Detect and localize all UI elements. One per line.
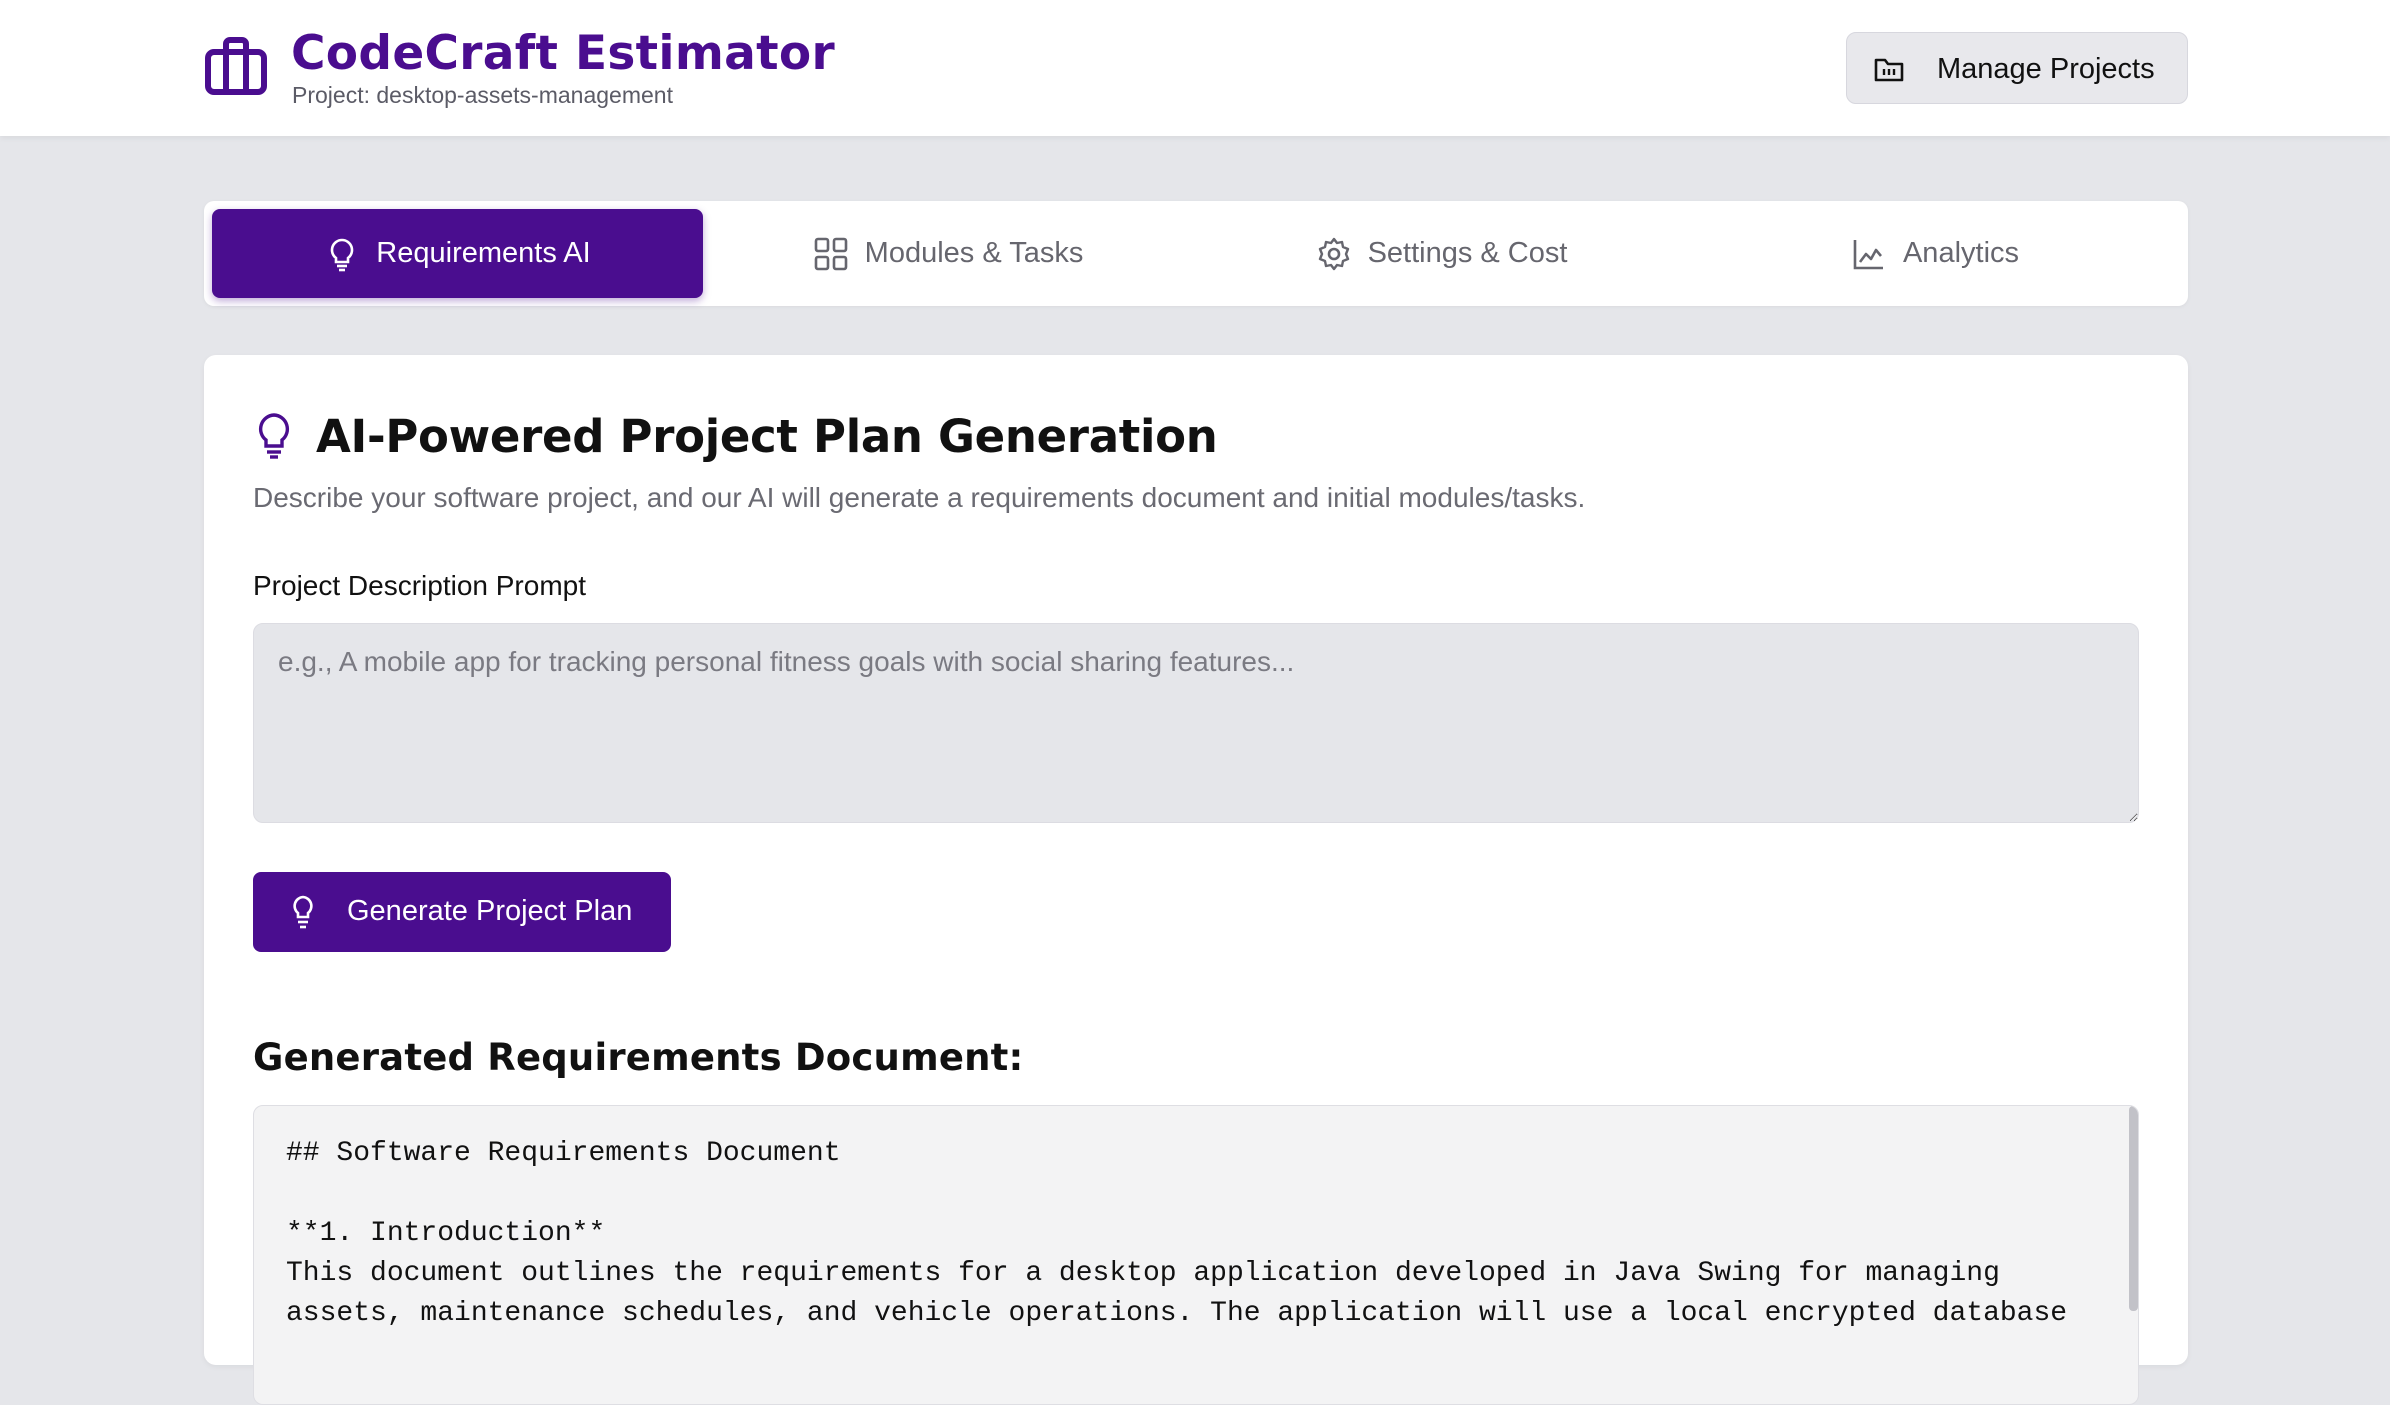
generate-project-plan-button[interactable]: Generate Project Plan [253, 872, 671, 952]
doc-scrollbar[interactable] [2129, 1106, 2138, 1311]
page-description: Describe your software project, and our … [253, 482, 1586, 513]
project-description-input[interactable] [253, 623, 2139, 823]
lightbulb-icon [258, 413, 290, 459]
manage-projects-button[interactable]: Manage Projects [1846, 32, 2188, 104]
manage-projects-label: Manage Projects [1937, 53, 2155, 85]
gear-icon [1318, 237, 1349, 270]
tab-analytics[interactable]: Analytics [1690, 209, 2180, 298]
generated-doc-box[interactable]: ## Software Requirements Document **1. I… [253, 1105, 2139, 1405]
project-name: Project: desktop-assets-management [292, 82, 673, 108]
tab-label: Modules & Tasks [864, 237, 1084, 269]
tab-label: Analytics [1902, 237, 2020, 269]
page-title: AI-Powered Project Plan Generation [316, 410, 1218, 463]
tab-bar: Requirements AI Modules & Tasks Settings… [204, 201, 2188, 306]
generated-doc-title: Generated Requirements Document: [253, 1036, 1024, 1079]
generated-doc-text: ## Software Requirements Document **1. I… [286, 1138, 2068, 1329]
prompt-label: Project Description Prompt [253, 570, 587, 601]
tab-modules-tasks[interactable]: Modules & Tasks [703, 209, 1193, 298]
generate-button-label: Generate Project Plan [347, 895, 633, 927]
grid-icon [814, 237, 847, 270]
folder-icon [1874, 58, 1904, 82]
tab-settings-cost[interactable]: Settings & Cost [1193, 209, 1690, 298]
chart-icon [1853, 239, 1883, 269]
app-header: CodeCraft Estimator Project: desktop-ass… [0, 0, 2390, 136]
app-title: CodeCraft Estimator [291, 26, 835, 81]
lightbulb-icon [293, 895, 313, 929]
tab-label: Settings & Cost [1367, 237, 1568, 269]
plan-generation-card: AI-Powered Project Plan Generation Descr… [204, 355, 2188, 1405]
lightbulb-icon [331, 238, 354, 271]
tab-label: Requirements AI [376, 237, 591, 269]
briefcase-icon [205, 37, 267, 95]
tab-requirements-ai[interactable]: Requirements AI [212, 209, 703, 298]
